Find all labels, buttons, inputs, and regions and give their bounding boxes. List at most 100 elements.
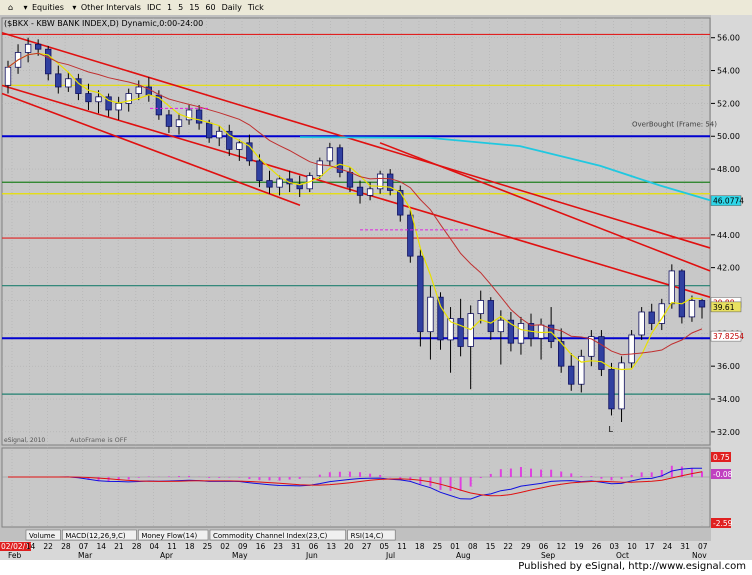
x-tick-label: 24 xyxy=(663,542,673,551)
daily-button-label: Daily xyxy=(221,3,242,12)
x-tick-label: 03 xyxy=(610,542,620,551)
candle-body xyxy=(628,334,635,364)
candle-body xyxy=(165,114,173,127)
month-label: Aug xyxy=(456,551,471,560)
candle-body xyxy=(65,78,72,88)
price-label: 44.00 xyxy=(717,231,740,240)
interval-15[interactable]: 15 xyxy=(189,3,199,12)
candle-body xyxy=(457,318,464,347)
macd-badge-label: -2.59 xyxy=(713,519,733,528)
x-tick-label: 21 xyxy=(114,542,124,551)
interval-5-label: 5 xyxy=(178,3,184,12)
x-tick-label: 27 xyxy=(362,542,372,551)
candle-body xyxy=(326,147,334,162)
candle-body xyxy=(346,171,354,188)
idc-button[interactable]: IDC xyxy=(147,3,161,12)
candle-body xyxy=(688,300,696,318)
candle-body xyxy=(95,96,102,103)
interval-60-label: 60 xyxy=(205,3,216,12)
candle-body xyxy=(698,300,706,308)
indicator-tab[interactable]: MACD(12,26,9,C) xyxy=(62,529,137,541)
indicator-tab[interactable]: Commodity Channel Index(23,C) xyxy=(209,529,346,541)
other-intervals-dropdown[interactable]: ▾ Other Intervals xyxy=(70,3,141,13)
x-tick-label: 10 xyxy=(627,542,637,551)
indicator-tab[interactable]: RSI(14,C) xyxy=(347,529,396,541)
interval-5[interactable]: 5 xyxy=(178,3,183,12)
equities-dropdown-label: Equities xyxy=(32,3,64,12)
candle-body xyxy=(356,186,364,196)
candle-body xyxy=(195,109,203,124)
dropdown-arrow-icon: ▾ xyxy=(72,2,77,12)
candle-body xyxy=(4,66,12,86)
home-glyph-icon: ⌂ xyxy=(7,2,14,12)
macd-pane xyxy=(1,447,711,528)
x-tick-label: 11 xyxy=(397,542,407,551)
x-tick-label: 28 xyxy=(132,542,142,551)
daily-button[interactable]: Daily xyxy=(222,3,242,12)
price-axis xyxy=(711,15,752,545)
equities-dropdown[interactable]: ▾ Equities xyxy=(21,2,64,13)
indicator-tab-label: Money Flow(14) xyxy=(141,532,197,540)
month-label: Jul xyxy=(385,551,395,560)
home-icon[interactable]: ⌂ xyxy=(6,3,15,13)
x-tick-label: 18 xyxy=(185,542,195,551)
chart-title: ($BKX - KBW BANK INDEX,D) Dynamic,0:00-2… xyxy=(4,19,203,28)
autoframe-label: AutoFrame is OFF xyxy=(70,436,128,444)
x-tick-label: 13 xyxy=(326,542,336,551)
candle-body xyxy=(648,311,655,324)
low-marker: L xyxy=(608,425,613,434)
candle-body xyxy=(437,296,444,341)
price-label: 48.00 xyxy=(717,165,740,174)
x-tick-label: 16 xyxy=(256,542,266,551)
tick-button[interactable]: Tick xyxy=(248,3,264,12)
candle-body xyxy=(608,369,615,410)
toolbar: ⌂ ▾ Equities ▾ Other Intervals IDC 1 5 15 60 Daily… xyxy=(0,0,752,16)
x-tick-label: 05 xyxy=(380,542,390,551)
candle-body xyxy=(236,142,243,150)
dropdown-arrow-icon: ▾ xyxy=(23,2,28,12)
indicator-tab[interactable]: Money Flow(14) xyxy=(138,529,209,541)
candle-body xyxy=(517,323,525,344)
x-tick-label: 31 xyxy=(291,542,301,551)
time-axis xyxy=(0,541,752,560)
x-tick-label: 26 xyxy=(592,542,602,551)
candle-body xyxy=(85,93,92,103)
x-tick-label: 19 xyxy=(574,542,584,551)
price-label: 52.00 xyxy=(717,99,740,108)
esignal-copyright-label: eSignal, 2010 xyxy=(4,437,45,444)
footer: Published by eSignal, http://www.esignal… xyxy=(0,560,752,575)
x-tick-label: 18 xyxy=(415,542,425,551)
interval-60[interactable]: 60 xyxy=(205,3,215,12)
overbought-label: OverBought (Frame: 54) xyxy=(632,120,717,128)
month-label: Jun xyxy=(305,551,318,560)
indicator-tab-label: Commodity Channel Index(23,C) xyxy=(213,532,328,540)
candle-body xyxy=(35,43,42,50)
candle-body xyxy=(417,255,424,333)
price-label: 42.00 xyxy=(717,264,740,273)
x-tick-label: 15 xyxy=(486,542,496,551)
interval-1[interactable]: 1 xyxy=(167,3,172,12)
indicator-tab[interactable]: Volume xyxy=(25,529,61,541)
candle-body xyxy=(316,160,323,177)
x-tick-label: 11 xyxy=(167,542,177,551)
price-label: 50.00 xyxy=(717,132,740,141)
x-tick-label: 07 xyxy=(79,542,89,551)
indicator-tab-label: Volume xyxy=(29,532,55,540)
value-badge-label: 37.8254 xyxy=(713,332,744,341)
x-tick-label: 28 xyxy=(61,542,71,551)
candle-body xyxy=(135,86,142,94)
price-label: 36.00 xyxy=(717,362,740,371)
price-label: 56.00 xyxy=(717,34,740,43)
x-tick-label: 07 xyxy=(698,542,708,551)
month-label: Oct xyxy=(616,551,629,560)
candle-body xyxy=(477,300,484,315)
interval-15-label: 15 xyxy=(189,3,200,12)
other-intervals-dropdown-label: Other Intervals xyxy=(80,3,141,12)
x-tick-label: 23 xyxy=(273,542,283,551)
price-label: 54.00 xyxy=(717,67,740,76)
candle-body xyxy=(568,365,575,385)
candle-body xyxy=(598,336,605,370)
chart-panel[interactable]: 56.0054.0052.0050.0048.0046.0044.0042.00… xyxy=(0,15,752,560)
x-tick-label: 09 xyxy=(238,542,248,551)
x-tick-label: 14 xyxy=(96,542,106,551)
